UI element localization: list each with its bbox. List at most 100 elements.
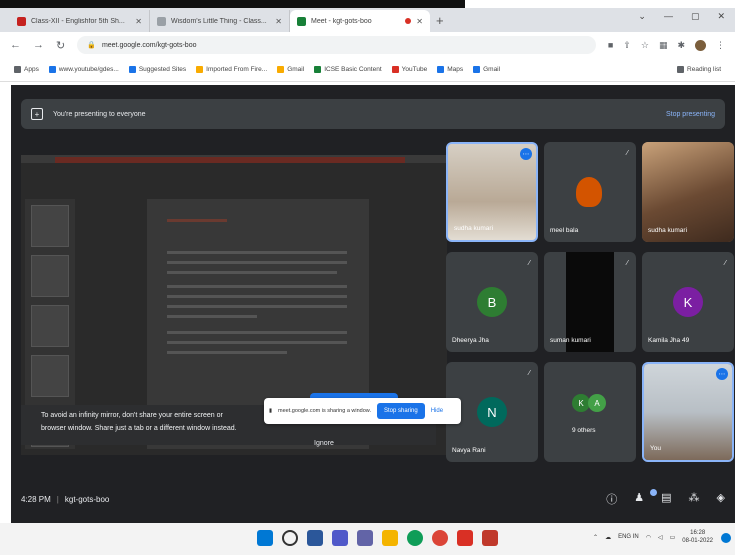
clock-date: 08-01-2022 (682, 538, 713, 544)
screen: Class-XII - Englishfor 5th Sh... ✕ Wisdo… (0, 0, 735, 555)
participant-avatar: B (477, 287, 507, 317)
puzzle-icon[interactable]: ✱ (677, 40, 685, 51)
participant-name: 9 others (572, 427, 596, 434)
extension-icon[interactable]: ▦ (659, 40, 668, 51)
chat-icon[interactable]: ▤ (661, 491, 671, 507)
ignore-button[interactable]: Ignore (314, 440, 334, 447)
reading-list[interactable]: Reading list (677, 66, 721, 73)
apps-icon (14, 66, 21, 73)
meet-bottom-bar: 4:28 PM | kgt-gots-boo ⓘ ♟ ▤ ⁂ ◈ (11, 475, 735, 523)
profile-avatar[interactable] (695, 39, 706, 51)
bookmarks-bar: Apps www.youtube/gdes... Suggested Sites… (0, 58, 735, 82)
close-icon[interactable]: ✕ (416, 17, 423, 26)
bookmark-item[interactable]: Gmail (473, 66, 500, 73)
tab-wisdom[interactable]: Wisdom's Little Thing - Class... ✕ (150, 10, 290, 32)
menu-dots-icon[interactable]: ⋮ (716, 40, 725, 51)
gmail-icon (473, 66, 481, 73)
more-options-icon[interactable]: ⋯ (716, 368, 728, 380)
chrome-icon[interactable] (432, 530, 448, 546)
participant-tile[interactable]: ⁄ B Dheerya Jha (446, 252, 538, 352)
reload-icon[interactable]: ↻ (56, 39, 65, 52)
chevron-down-icon[interactable]: ⌄ (638, 11, 646, 22)
stop-presenting-link[interactable]: Stop presenting (666, 111, 715, 118)
text-line (167, 331, 347, 334)
maximize-icon[interactable]: ▢ (691, 11, 700, 22)
language-indicator[interactable]: ENG IN (618, 534, 639, 540)
bookmark-item[interactable]: Maps (437, 66, 463, 73)
banner-text: You're presenting to everyone (53, 110, 146, 118)
participant-avatar: N (477, 397, 507, 427)
host-controls-icon[interactable]: ◈ (717, 491, 725, 507)
participant-tile[interactable]: ⋯ You (642, 362, 734, 462)
participant-tile[interactable]: ⁄ meel bala (544, 142, 636, 242)
app-icon[interactable] (457, 530, 473, 546)
close-icon[interactable]: ✕ (135, 17, 142, 26)
tab-class-xii[interactable]: Class-XII - Englishfor 5th Sh... ✕ (10, 10, 150, 32)
windows-start-icon[interactable] (257, 530, 273, 546)
participant-tile[interactable]: K A 9 others (544, 362, 636, 462)
participant-tile[interactable]: ⁄ suman kumari (544, 252, 636, 352)
forward-icon[interactable]: → (33, 39, 44, 51)
participant-tile[interactable]: sudha kumari (642, 142, 734, 242)
text-line (167, 219, 227, 222)
address-bar[interactable]: 🔒 meet.google.com/kgt-gots-boo (77, 36, 596, 54)
file-explorer-icon[interactable] (382, 530, 398, 546)
extension-icons: ■ ⇪ ☆ ▦ ✱ ⋮ (608, 39, 725, 51)
participant-name: sudha kumari (454, 225, 494, 232)
present-icon: + (31, 108, 43, 120)
info-icon[interactable]: ⓘ (606, 491, 617, 507)
camera-icon[interactable]: ■ (608, 40, 613, 50)
chevron-up-icon[interactable]: ⌃ (593, 534, 598, 541)
bookmark-item[interactable]: www.youtube/gdes... (48, 66, 119, 73)
maps-icon (437, 66, 445, 73)
mic-off-icon: ⁄ (724, 260, 726, 267)
participant-name: You (650, 445, 661, 452)
close-icon[interactable]: ✕ (275, 17, 282, 26)
hide-button[interactable]: Hide (431, 408, 443, 414)
participant-tile[interactable]: ⋯ sudha kumari (446, 142, 538, 242)
activities-icon[interactable]: ⁂ (689, 491, 700, 507)
tab-meet[interactable]: Meet - kgt-gots-boo ✕ (290, 10, 430, 32)
people-icon[interactable]: ♟ (634, 491, 644, 507)
share-icon[interactable]: ⇪ (623, 40, 631, 51)
window-controls: ⌄ — ▢ ✕ (638, 11, 725, 22)
battery-icon[interactable]: ▭ (670, 534, 676, 541)
widgets-icon[interactable] (332, 530, 348, 546)
bookmark-item[interactable]: Imported From Fire... (196, 66, 267, 73)
bookmark-item[interactable]: YouTube (391, 66, 427, 73)
page-thumbnail (31, 205, 69, 247)
volume-icon[interactable]: ◁ (658, 534, 663, 541)
participant-tile[interactable]: ⁄ K Kamila Jha 49 (642, 252, 734, 352)
minimize-icon[interactable]: — (664, 11, 673, 22)
stop-sharing-button[interactable]: Stop sharing (376, 403, 425, 419)
star-icon[interactable]: ☆ (641, 40, 649, 51)
wifi-icon[interactable]: ◠ (646, 534, 651, 541)
tab-title: Meet - kgt-gots-boo (311, 17, 372, 25)
new-tab-button[interactable]: + (436, 13, 444, 28)
tab-favicon (157, 16, 166, 26)
text-line (167, 351, 287, 354)
bookmark-item[interactable]: Apps (14, 66, 39, 73)
search-icon[interactable] (282, 530, 298, 546)
reading-list-icon (677, 66, 685, 73)
bookmark-item[interactable]: Gmail (277, 66, 304, 73)
text-line (167, 305, 347, 308)
onedrive-icon[interactable]: ☁ (605, 534, 611, 541)
bookmark-item[interactable]: Suggested Sites (128, 66, 186, 73)
participant-avatar: K (673, 287, 703, 317)
text-line (167, 261, 347, 264)
youtube-icon (391, 66, 399, 73)
notification-icon[interactable] (721, 533, 731, 543)
close-window-icon[interactable]: ✕ (717, 11, 725, 22)
task-view-icon[interactable] (307, 530, 323, 546)
windows-taskbar: ⌃ ☁ ENG IN ◠ ◁ ▭ 16:28 08-01-2022 (0, 523, 735, 555)
more-options-icon[interactable]: ⋯ (520, 148, 532, 160)
bookmark-item[interactable]: ICSE Basic Content (314, 66, 382, 73)
system-clock[interactable]: 16:28 08-01-2022 (682, 529, 713, 545)
text-line (167, 271, 337, 274)
edge-icon[interactable] (407, 530, 423, 546)
mic-off-icon: ⁄ (528, 370, 530, 377)
app-icon[interactable] (482, 530, 498, 546)
chat-app-icon[interactable] (357, 530, 373, 546)
back-icon[interactable]: ← (10, 39, 21, 51)
